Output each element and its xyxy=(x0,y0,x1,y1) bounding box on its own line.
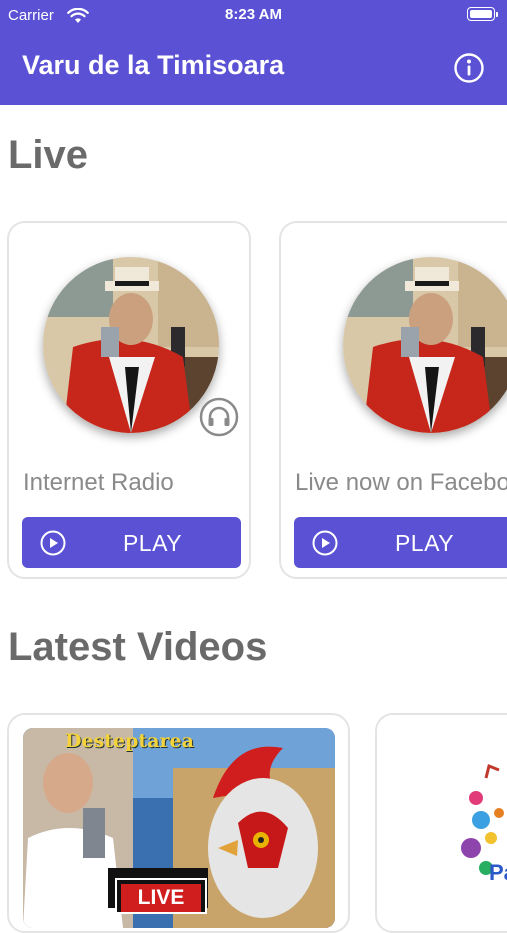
videos-section-title: Latest Videos xyxy=(8,625,268,669)
app-title: Varu de la Timisoara xyxy=(22,50,285,80)
video-thumbnail: Pa xyxy=(391,728,507,928)
play-button[interactable]: PLAY xyxy=(22,517,241,568)
live-card-label: Live now on Facebook xyxy=(295,469,507,496)
play-button[interactable]: PLAY xyxy=(294,517,507,568)
live-badge: LIVE xyxy=(115,878,207,914)
live-card-label: Internet Radio xyxy=(23,469,174,496)
headphones-icon xyxy=(199,397,239,437)
battery-icon xyxy=(467,7,498,21)
video-card[interactable]: Desteptarea LIVE xyxy=(7,713,350,933)
status-bar: Carrier 8:23 AM xyxy=(0,0,507,30)
status-time: 8:23 AM xyxy=(225,6,282,23)
host-photo xyxy=(343,257,507,433)
video-card[interactable]: Pa xyxy=(375,713,507,933)
live-section-title: Live xyxy=(8,133,89,177)
live-card-radio[interactable]: Internet Radio PLAY xyxy=(7,221,251,579)
info-circle-icon[interactable] xyxy=(453,52,485,84)
play-button-label: PLAY xyxy=(122,530,183,556)
host-photo xyxy=(43,257,219,433)
video-title-overlay: Desteptarea xyxy=(65,730,194,752)
live-card-facebook[interactable]: Live now on Facebook PLAY xyxy=(279,221,507,579)
play-button-label: PLAY xyxy=(394,530,455,556)
video-thumbnail: Desteptarea LIVE xyxy=(23,728,335,928)
video-title-overlay: Pa xyxy=(489,860,507,885)
navigation-bar: Carrier 8:23 AM Varu de la Timisoara xyxy=(0,0,507,105)
